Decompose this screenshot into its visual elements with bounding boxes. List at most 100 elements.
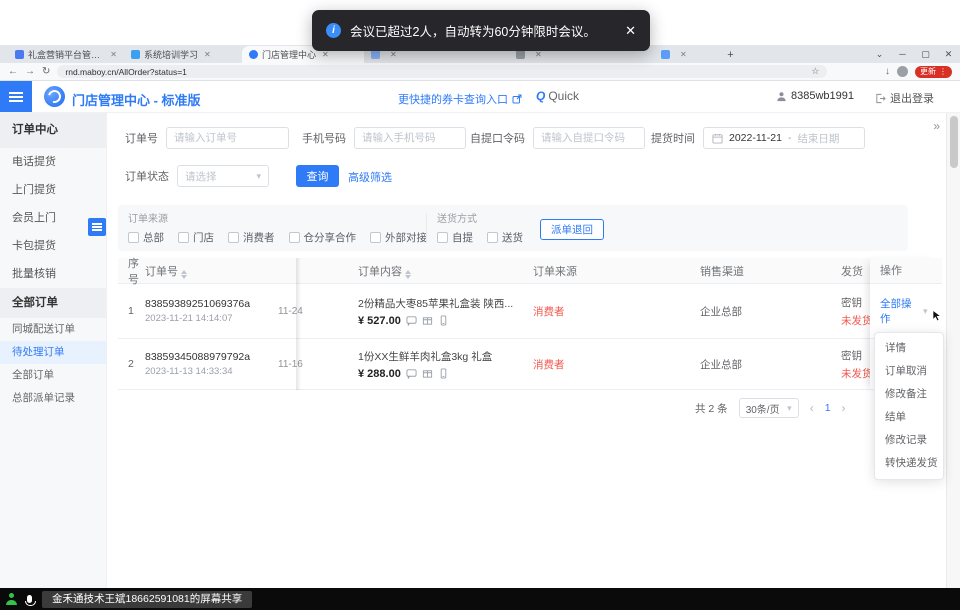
- sidebar-collapse-toggle[interactable]: [88, 218, 106, 236]
- forward-icon[interactable]: →: [25, 67, 35, 77]
- tab-close-icon[interactable]: ✕: [204, 50, 211, 59]
- order-price: ¥ 288.00: [358, 368, 401, 380]
- sort-icon[interactable]: [405, 270, 411, 279]
- browser-tab-1[interactable]: 礼盒营销平台管理中心 ✕: [8, 46, 124, 63]
- sidebar-section-all-orders[interactable]: 全部订单: [0, 288, 106, 318]
- checkbox-icon[interactable]: [178, 232, 189, 243]
- tab-close-icon[interactable]: ✕: [390, 50, 397, 59]
- phone-icon[interactable]: [438, 368, 449, 379]
- sidebar-item-door-pickup[interactable]: 上门提货: [0, 176, 106, 204]
- dispatch-return-button[interactable]: 派单退回: [540, 219, 604, 240]
- sidebar-item-batch-verify[interactable]: 批量核销: [0, 260, 106, 288]
- next-page-button[interactable]: ›: [842, 401, 846, 415]
- sidebar-item-all-orders[interactable]: 全部订单: [0, 364, 106, 387]
- screen-share-bar: 金禾通技术王斌18662591081的屏幕共享: [0, 588, 960, 610]
- notification-close-icon[interactable]: ✕: [625, 23, 636, 39]
- checkbox-icon[interactable]: [487, 232, 498, 243]
- header-order-content[interactable]: 订单内容: [358, 263, 533, 279]
- table-row-2[interactable]: 2 83859345088979792a 2023-11-13 14:33:34…: [118, 339, 942, 390]
- message-icon[interactable]: [406, 315, 417, 326]
- date-range-picker[interactable]: 2022-11-21 - 结束日期: [703, 127, 865, 149]
- filter-panel: 订单来源 总部 门店 消费者: [118, 205, 908, 251]
- pickup-code-input[interactable]: [533, 127, 645, 149]
- advanced-filter-link[interactable]: 高级筛选: [348, 169, 392, 185]
- sidebar-section-order-center[interactable]: 订单中心: [0, 113, 106, 148]
- tab-close-icon[interactable]: ✕: [322, 50, 329, 59]
- window-controls: ⌄ ─ ▢ ✕: [868, 45, 960, 63]
- phone-input[interactable]: [354, 127, 466, 149]
- prev-page-button[interactable]: ‹: [810, 401, 814, 415]
- checkbox-source-external[interactable]: 外部对接: [370, 230, 427, 245]
- menu-item-edit-history[interactable]: 修改记录: [875, 429, 943, 452]
- scrollbar-thumb[interactable]: [950, 116, 958, 168]
- tab-close-icon[interactable]: ✕: [110, 50, 117, 59]
- header-action: 操作: [870, 258, 942, 284]
- checkbox-delivery-delivery[interactable]: 送货: [487, 230, 523, 245]
- tab-close-icon[interactable]: ✕: [680, 50, 687, 59]
- date-end-placeholder: 结束日期: [797, 131, 839, 146]
- table-row-1[interactable]: 1 83859389251069376a 2023-11-21 14:14:07…: [118, 284, 942, 339]
- window-minimize-icon[interactable]: ─: [891, 45, 914, 63]
- new-tab-button[interactable]: +: [722, 46, 739, 63]
- reload-icon[interactable]: ↻: [42, 67, 50, 77]
- hamburger-menu-button[interactable]: [0, 81, 32, 112]
- sort-icon[interactable]: [181, 270, 187, 279]
- calendar-icon: [712, 133, 723, 144]
- checkbox-icon[interactable]: [370, 232, 381, 243]
- tab-search-icon[interactable]: ⌄: [868, 45, 891, 63]
- microphone-icon[interactable]: [27, 595, 32, 603]
- browser-profile-avatar[interactable]: [897, 66, 908, 77]
- order-no-input[interactable]: [166, 127, 289, 149]
- search-button[interactable]: 查询: [296, 165, 339, 187]
- current-page[interactable]: 1: [825, 402, 831, 414]
- phone-icon[interactable]: [438, 315, 449, 326]
- coupon-query-label: 更快捷的券卡查询入口: [398, 91, 508, 107]
- logout-button[interactable]: 退出登录: [875, 90, 934, 106]
- checkbox-icon[interactable]: [437, 232, 448, 243]
- page-scrollbar[interactable]: [946, 113, 960, 588]
- download-icon[interactable]: ↓: [885, 67, 890, 77]
- menu-item-close-order[interactable]: 结单: [875, 406, 943, 429]
- address-bar[interactable]: rnd.maboy.cn/AllOrder?status=1 ☆: [57, 65, 827, 78]
- sidebar-item-phone-pickup[interactable]: 电话提货: [0, 148, 106, 176]
- checkbox-icon[interactable]: [228, 232, 239, 243]
- browser-update-button[interactable]: 更新 ⋮: [915, 66, 952, 78]
- checkbox-delivery-self-pickup[interactable]: 自提: [437, 230, 473, 245]
- menu-item-to-express[interactable]: 转快递发货: [875, 452, 943, 475]
- coupon-query-link[interactable]: 更快捷的券卡查询入口: [398, 91, 522, 107]
- tab-close-icon[interactable]: ✕: [535, 50, 542, 59]
- bookmark-star-icon[interactable]: ☆: [811, 66, 819, 77]
- menu-item-details[interactable]: 详情: [875, 337, 943, 360]
- row-action-dropdown[interactable]: 全部操作 ▾: [870, 284, 942, 339]
- browser-tab-2[interactable]: 系统培训学习 ✕: [124, 46, 242, 63]
- menu-item-cancel-order[interactable]: 订单取消: [875, 360, 943, 383]
- back-icon[interactable]: ←: [8, 67, 18, 77]
- menu-item-edit-remark[interactable]: 修改备注: [875, 383, 943, 406]
- checkbox-source-store[interactable]: 门店: [178, 230, 214, 245]
- gift-box-icon[interactable]: [422, 315, 433, 326]
- user-account[interactable]: 8385wb1991: [776, 90, 854, 102]
- sidebar-item-card-pickup[interactable]: 卡包提货: [0, 232, 106, 260]
- chevron-down-icon: ▾: [923, 306, 928, 317]
- checkbox-icon[interactable]: [289, 232, 300, 243]
- order-status-select[interactable]: 请选择 ▾: [177, 165, 269, 187]
- browser-tab-6[interactable]: ✕: [654, 46, 722, 63]
- browser-window: 礼盒营销平台管理中心 ✕ 系统培训学习 ✕ 门店管理中心 ✕ ✕ ✕ ✕: [0, 0, 960, 588]
- window-close-icon[interactable]: ✕: [937, 45, 960, 63]
- message-icon[interactable]: [406, 368, 417, 379]
- checkbox-source-warehouse-share[interactable]: 仓分享合作: [289, 230, 357, 245]
- sidebar-item-pending-orders[interactable]: 待处理订单: [0, 341, 106, 364]
- sidebar-item-hq-dispatch-records[interactable]: 总部派单记录: [0, 387, 106, 410]
- checkbox-icon[interactable]: [128, 232, 139, 243]
- pagination: 共 2 条 30条/页 ▾ ‹ 1 ›: [695, 398, 846, 418]
- quick-search[interactable]: Q Quick: [536, 89, 579, 103]
- panel-collapse-icon[interactable]: »: [933, 119, 940, 133]
- window-maximize-icon[interactable]: ▢: [914, 45, 937, 63]
- gift-box-icon[interactable]: [422, 368, 433, 379]
- sidebar-item-city-delivery-orders[interactable]: 同城配送订单: [0, 318, 106, 341]
- checkbox-source-hq[interactable]: 总部: [128, 230, 164, 245]
- checkbox-source-consumer[interactable]: 消费者: [228, 230, 275, 245]
- header-order-no[interactable]: 订单号: [145, 263, 278, 279]
- page-size-select[interactable]: 30条/页 ▾: [739, 398, 799, 418]
- pickup-date: 11-16: [278, 359, 358, 370]
